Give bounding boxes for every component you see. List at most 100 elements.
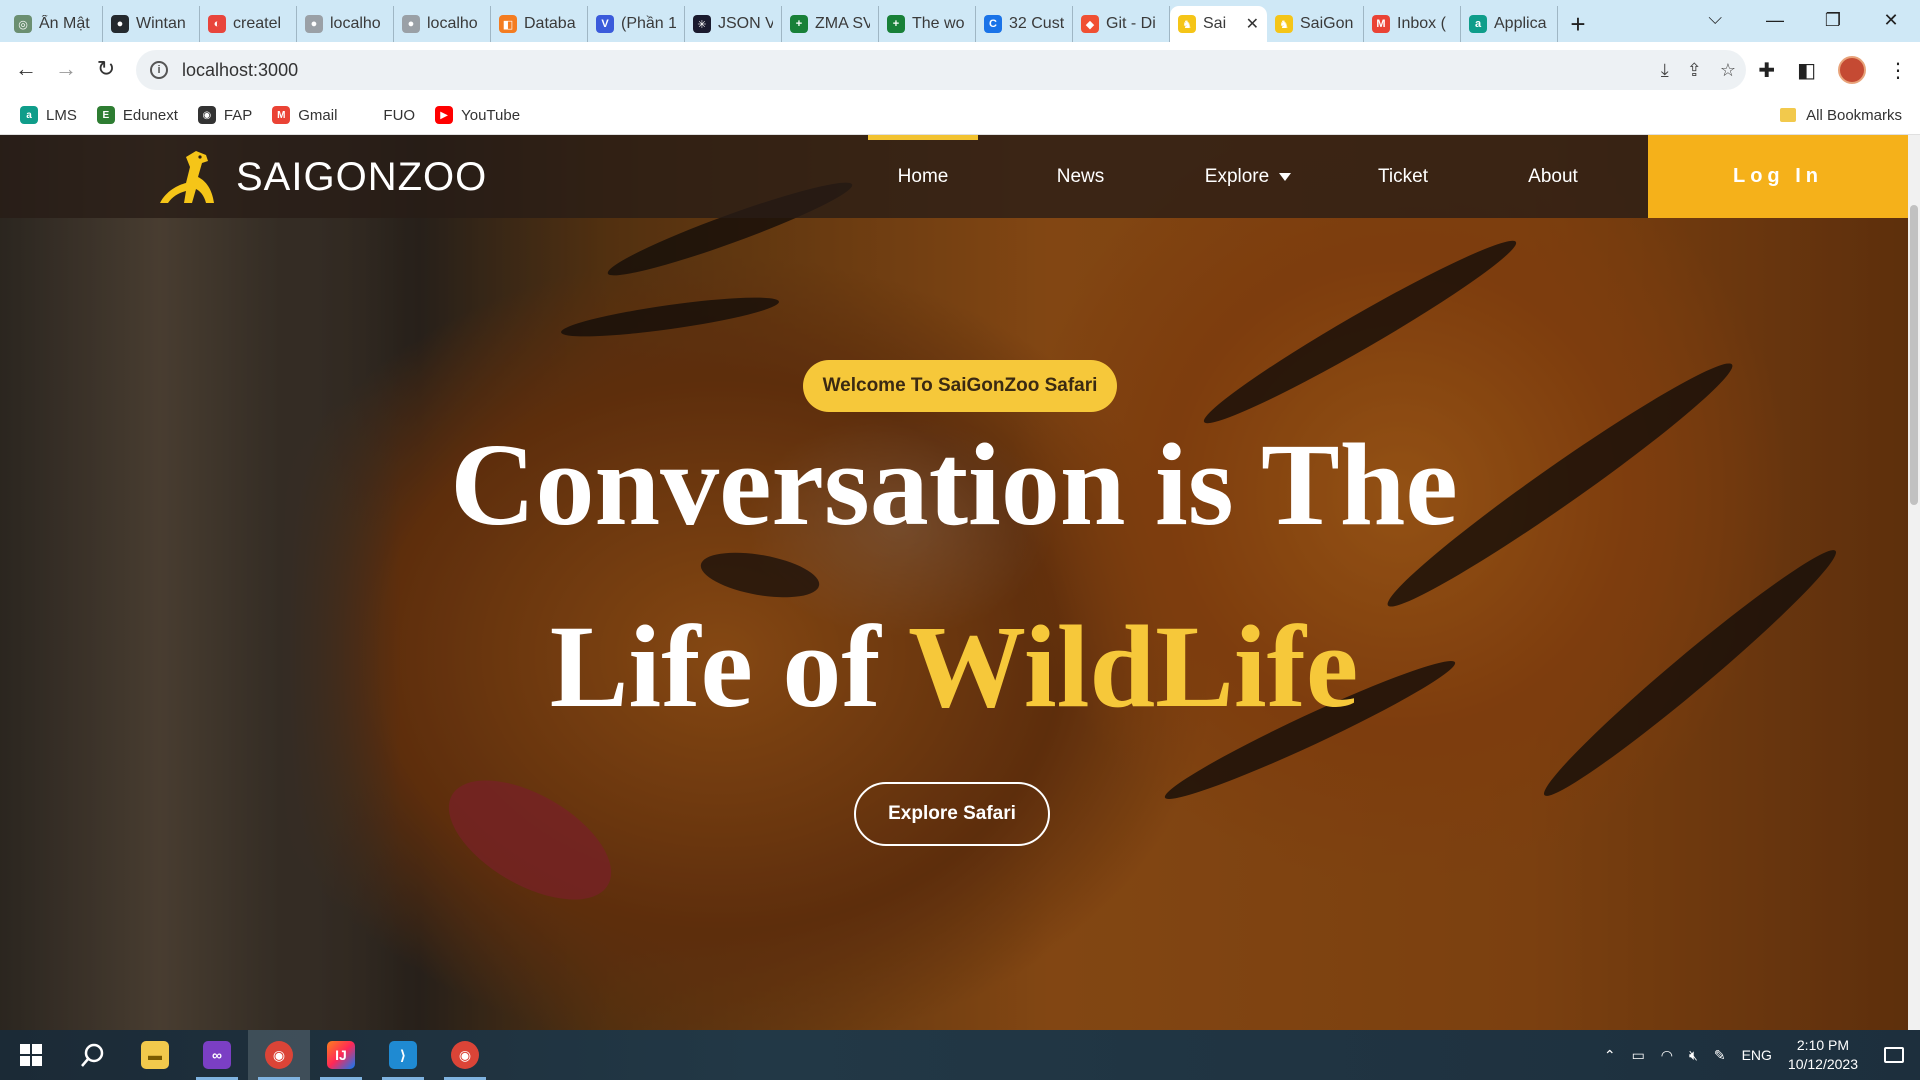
browser-tab[interactable]: ● Wintan bbox=[103, 6, 200, 42]
browser-tab[interactable]: ◎ Ẩn Mật bbox=[6, 6, 103, 42]
browser-tab[interactable]: ♞ Sai ✕ bbox=[1170, 6, 1267, 42]
browser-tab[interactable]: + ZMA SV bbox=[782, 6, 879, 42]
bookmark-item[interactable]: M Gmail bbox=[272, 106, 337, 124]
close-tab-icon[interactable]: ✕ bbox=[1246, 14, 1259, 34]
pen-icon[interactable]: ✎ bbox=[1714, 1047, 1726, 1064]
menu-kebab-icon[interactable]: ⋮ bbox=[1888, 58, 1908, 83]
tab-favicon-icon: M bbox=[1372, 15, 1390, 33]
tab-title: (Phần 1 bbox=[621, 15, 676, 32]
bookmark-favicon-icon: ◉ bbox=[197, 106, 216, 124]
browser-tab[interactable]: ● localho bbox=[394, 6, 491, 42]
tab-favicon-icon: ✳ bbox=[693, 15, 711, 33]
forward-icon[interactable]: → bbox=[46, 49, 86, 89]
bookmark-list: a LMS E Edunext ◉ FAP M Gmail FUO ▶ YouTube bbox=[0, 106, 520, 124]
browser-tab[interactable]: + The wo bbox=[879, 6, 976, 42]
tab-search-icon[interactable]: ⌵ bbox=[1708, 8, 1722, 29]
bookmark-item[interactable]: a LMS bbox=[20, 106, 77, 124]
bookmarks-bar: a LMS E Edunext ◉ FAP M Gmail FUO ▶ YouTube All Bo… bbox=[0, 96, 1920, 135]
browser-tab[interactable]: M Inbox ( bbox=[1364, 6, 1461, 42]
login-button[interactable]: Log In bbox=[1648, 135, 1908, 218]
windows-start-icon[interactable] bbox=[0, 1030, 62, 1080]
tab-list: ◎ Ẩn Mật ● Wintan ◐ createl ● localho ● localho ◧ D… bbox=[0, 6, 1558, 42]
clock-time: 2:10 PM bbox=[1796, 1037, 1850, 1053]
tab-title: SaiGon bbox=[1300, 15, 1354, 32]
folder-icon bbox=[1780, 108, 1797, 122]
restore-icon[interactable]: ❐ bbox=[1804, 0, 1862, 40]
bookmark-label: FAP bbox=[223, 106, 253, 124]
reload-icon[interactable]: ↻ bbox=[86, 49, 126, 89]
tab-favicon-icon: ◆ bbox=[1081, 15, 1099, 33]
tab-favicon-icon: ● bbox=[111, 15, 129, 33]
clock[interactable]: 2:10 PM 10/12/2023 bbox=[1788, 1036, 1858, 1074]
back-icon[interactable]: ← bbox=[6, 49, 46, 89]
chrome-profile-icon[interactable]: ◉ bbox=[434, 1030, 496, 1080]
new-tab-button[interactable]: + bbox=[1558, 6, 1598, 42]
install-app-icon[interactable]: ⤓ bbox=[1661, 60, 1669, 81]
browser-tab[interactable]: ◐ createl bbox=[200, 6, 297, 42]
browser-tab[interactable]: V (Phần 1 bbox=[588, 6, 685, 42]
tab-title: Sai bbox=[1203, 15, 1227, 32]
url-text[interactable]: localhost:3000 bbox=[182, 60, 298, 81]
browser-tab[interactable]: C 32 Cust bbox=[976, 6, 1073, 42]
nav-explore[interactable]: Explore bbox=[1183, 135, 1313, 218]
battery-icon[interactable]: ▭ bbox=[1632, 1047, 1645, 1064]
intellij-icon[interactable]: IJ bbox=[310, 1030, 372, 1080]
bookmark-star-icon[interactable]: ☆ bbox=[1720, 60, 1736, 81]
volume-muted-icon[interactable]: 🔇︎ bbox=[1689, 1047, 1698, 1064]
search-icon[interactable] bbox=[62, 1030, 124, 1080]
tab-favicon-icon: ♞ bbox=[1178, 15, 1196, 33]
browser-tab[interactable]: a Applica bbox=[1461, 6, 1558, 42]
side-panel-icon[interactable]: ◧ bbox=[1797, 58, 1816, 83]
bookmark-favicon-icon: ▶ bbox=[435, 106, 454, 124]
nav-ticket[interactable]: Ticket bbox=[1343, 135, 1463, 218]
profile-avatar[interactable] bbox=[1838, 56, 1866, 84]
language-indicator[interactable]: ENG bbox=[1742, 1047, 1772, 1063]
tab-title: Git - Di bbox=[1106, 15, 1156, 32]
bookmark-label: FUO bbox=[383, 106, 416, 124]
browser-tab[interactable]: ✳ JSON V bbox=[685, 6, 782, 42]
bookmark-item[interactable]: E Edunext bbox=[96, 106, 178, 124]
tab-favicon-icon: ● bbox=[305, 15, 323, 33]
share-icon[interactable]: ⇪ bbox=[1687, 60, 1702, 81]
bookmark-favicon-icon bbox=[357, 106, 376, 124]
file-explorer-icon[interactable]: ▬ bbox=[124, 1030, 186, 1080]
tab-title: createl bbox=[233, 15, 282, 32]
tab-favicon-icon: a bbox=[1469, 15, 1487, 33]
all-bookmarks[interactable]: All Bookmarks bbox=[1780, 107, 1902, 124]
tab-title: JSON V bbox=[718, 15, 773, 32]
address-bar[interactable]: i localhost:3000 ⤓ ⇪ ☆ bbox=[136, 50, 1746, 90]
close-window-icon[interactable]: ✕ bbox=[1862, 0, 1920, 40]
browser-tab[interactable]: ● localho bbox=[297, 6, 394, 42]
nav-about[interactable]: About bbox=[1493, 135, 1613, 218]
main-menu: Home News Explore Ticket About bbox=[868, 135, 1613, 218]
tab-favicon-icon: ◐ bbox=[208, 15, 226, 33]
scrollbar-thumb[interactable] bbox=[1910, 205, 1918, 505]
tab-favicon-icon: C bbox=[984, 15, 1002, 33]
visual-studio-icon[interactable]: ∞ bbox=[186, 1030, 248, 1080]
browser-tab[interactable]: ◧ Databa bbox=[491, 6, 588, 42]
chevron-up-icon[interactable]: ⌃ bbox=[1604, 1047, 1616, 1064]
bookmark-item[interactable]: ◉ FAP bbox=[197, 106, 253, 124]
chrome-icon[interactable]: ◉ bbox=[248, 1030, 310, 1080]
tab-title: Applica bbox=[1494, 15, 1547, 32]
browser-tab[interactable]: ◆ Git - Di bbox=[1073, 6, 1170, 42]
tab-title: Inbox ( bbox=[1397, 15, 1446, 32]
caret-down-icon bbox=[1279, 172, 1292, 181]
browser-tab[interactable]: ♞ SaiGon bbox=[1267, 6, 1364, 42]
nav-home[interactable]: Home bbox=[868, 135, 978, 218]
hero-title-prefix: Life of bbox=[549, 601, 909, 732]
explore-safari-button[interactable]: Explore Safari bbox=[854, 782, 1050, 846]
nav-news[interactable]: News bbox=[1018, 135, 1143, 218]
extensions-icon[interactable]: ✚ bbox=[1758, 58, 1775, 83]
page-scrollbar[interactable] bbox=[1908, 135, 1920, 1030]
bookmark-item[interactable]: FUO bbox=[357, 106, 415, 124]
site-logo[interactable]: SAIGONZOO bbox=[156, 147, 487, 207]
minimize-icon[interactable]: — bbox=[1746, 0, 1804, 40]
site-info-icon[interactable]: i bbox=[150, 61, 168, 79]
vscode-icon[interactable]: ⟩ bbox=[372, 1030, 434, 1080]
tab-favicon-icon: ◎ bbox=[14, 15, 32, 33]
windows-taskbar: ▬ ∞ ◉ IJ ⟩ ◉ ⌃ ▭ ◠ 🔇︎ ✎ ENG 2:10 PM 10/1… bbox=[0, 1030, 1920, 1080]
notification-icon[interactable] bbox=[1884, 1047, 1904, 1063]
wifi-icon[interactable]: ◠ bbox=[1661, 1047, 1673, 1064]
bookmark-item[interactable]: ▶ YouTube bbox=[435, 106, 520, 124]
